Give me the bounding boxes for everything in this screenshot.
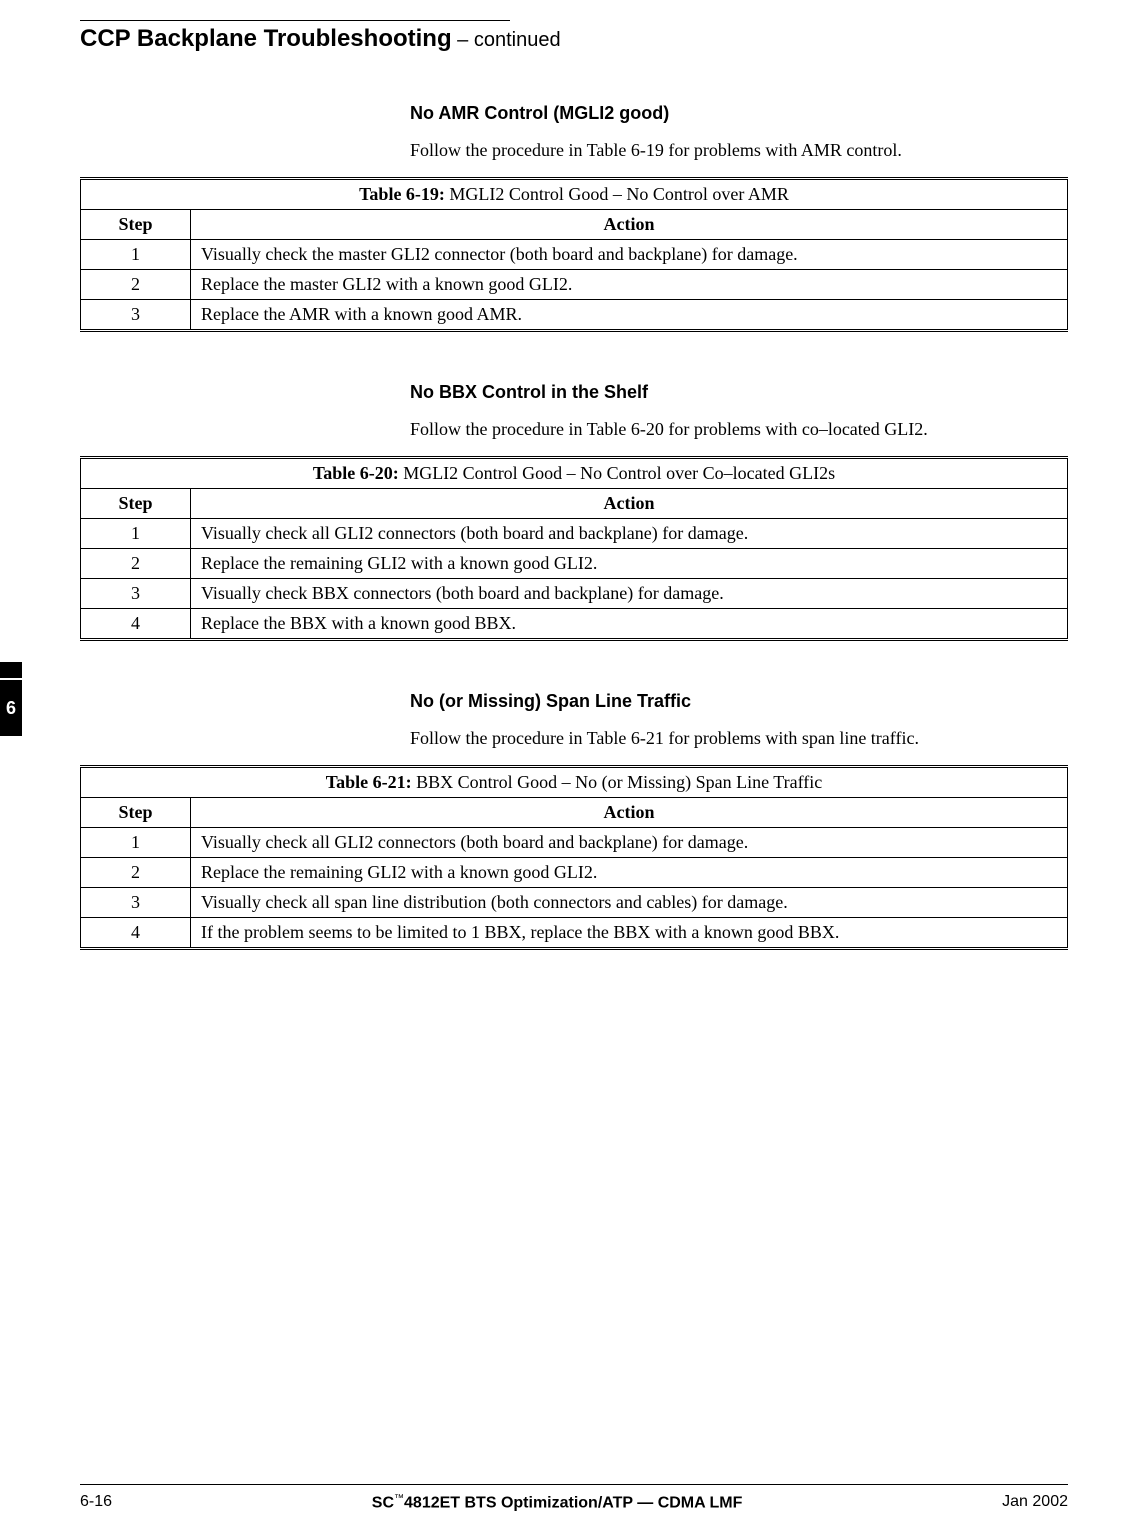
action-cell: Replace the AMR with a known good AMR. [191, 300, 1068, 331]
table-caption: Table 6-21: BBX Control Good – No (or Mi… [81, 767, 1068, 798]
footer-doc-title: SC™4812ET BTS Optimization/ATP — CDMA LM… [372, 1493, 743, 1512]
table-6-19: Table 6-19: MGLI2 Control Good – No Cont… [80, 177, 1068, 332]
step-cell: 2 [81, 549, 191, 579]
col-step: Step [81, 798, 191, 828]
step-cell: 1 [81, 240, 191, 270]
footer-rest: 4812ET BTS Optimization/ATP — CDMA LMF [404, 1494, 742, 1511]
section-text-bbx: Follow the procedure in Table 6-20 for p… [410, 419, 1068, 440]
col-action: Action [191, 210, 1068, 240]
section-heading-amr: No AMR Control (MGLI2 good) [410, 103, 1068, 124]
page-title: CCP Backplane Troubleshooting – continue… [80, 25, 1068, 53]
footer-date: Jan 2002 [1002, 1493, 1068, 1511]
table-label: Table 6-21: [326, 772, 412, 792]
col-action: Action [191, 798, 1068, 828]
table-header-row: Step Action [81, 210, 1068, 240]
section-text-amr: Follow the procedure in Table 6-19 for p… [410, 140, 1068, 161]
action-cell: If the problem seems to be limited to 1 … [191, 918, 1068, 949]
table-row: 1Visually check the master GLI2 connecto… [81, 240, 1068, 270]
action-cell: Visually check the master GLI2 connector… [191, 240, 1068, 270]
page-title-main: CCP Backplane Troubleshooting [80, 25, 452, 52]
action-cell: Replace the remaining GLI2 with a known … [191, 549, 1068, 579]
table-caption: Table 6-19: MGLI2 Control Good – No Cont… [81, 179, 1068, 210]
footer-rule [80, 1484, 1068, 1485]
step-cell: 4 [81, 609, 191, 640]
table-caption-row: Table 6-20: MGLI2 Control Good – No Cont… [81, 458, 1068, 489]
table-caption-text: MGLI2 Control Good – No Control over Co–… [399, 463, 835, 483]
footer-page-num: 6-16 [80, 1493, 112, 1511]
step-cell: 2 [81, 858, 191, 888]
step-cell: 3 [81, 300, 191, 331]
table-caption: Table 6-20: MGLI2 Control Good – No Cont… [81, 458, 1068, 489]
col-step: Step [81, 210, 191, 240]
action-cell: Visually check all GLI2 connectors (both… [191, 828, 1068, 858]
step-cell: 3 [81, 888, 191, 918]
table-header-row: Step Action [81, 489, 1068, 519]
table-row: 3Replace the AMR with a known good AMR. [81, 300, 1068, 331]
table-label: Table 6-20: [313, 463, 399, 483]
page: CCP Backplane Troubleshooting – continue… [0, 0, 1148, 1532]
col-step: Step [81, 489, 191, 519]
table-row: 3Visually check all span line distributi… [81, 888, 1068, 918]
table-row: 2Replace the remaining GLI2 with a known… [81, 858, 1068, 888]
chapter-tab: 6 [0, 680, 22, 736]
action-cell: Visually check all span line distributio… [191, 888, 1068, 918]
footer-prefix: SC [372, 1494, 394, 1511]
action-cell: Visually check BBX connectors (both boar… [191, 579, 1068, 609]
action-cell: Replace the remaining GLI2 with a known … [191, 858, 1068, 888]
table-row: 1Visually check all GLI2 connectors (bot… [81, 519, 1068, 549]
step-cell: 4 [81, 918, 191, 949]
step-cell: 3 [81, 579, 191, 609]
action-cell: Replace the master GLI2 with a known goo… [191, 270, 1068, 300]
table-header-row: Step Action [81, 798, 1068, 828]
table-row: 4Replace the BBX with a known good BBX. [81, 609, 1068, 640]
table-caption-row: Table 6-21: BBX Control Good – No (or Mi… [81, 767, 1068, 798]
table-caption-text: MGLI2 Control Good – No Control over AMR [445, 184, 789, 204]
table-row: 2Replace the master GLI2 with a known go… [81, 270, 1068, 300]
table-6-20: Table 6-20: MGLI2 Control Good – No Cont… [80, 456, 1068, 641]
trademark-icon: ™ [394, 1493, 404, 1504]
page-title-continued: – continued [452, 29, 561, 51]
table-6-21: Table 6-21: BBX Control Good – No (or Mi… [80, 765, 1068, 950]
action-cell: Replace the BBX with a known good BBX. [191, 609, 1068, 640]
section-heading-bbx: No BBX Control in the Shelf [410, 382, 1068, 403]
table-caption-text: BBX Control Good – No (or Missing) Span … [412, 772, 823, 792]
step-cell: 1 [81, 519, 191, 549]
step-cell: 2 [81, 270, 191, 300]
table-label: Table 6-19: [359, 184, 445, 204]
section-heading-span: No (or Missing) Span Line Traffic [410, 691, 1068, 712]
col-action: Action [191, 489, 1068, 519]
step-cell: 1 [81, 828, 191, 858]
top-rule [80, 20, 510, 21]
table-row: 1Visually check all GLI2 connectors (bot… [81, 828, 1068, 858]
action-cell: Visually check all GLI2 connectors (both… [191, 519, 1068, 549]
footer-row: 6-16 SC™4812ET BTS Optimization/ATP — CD… [80, 1493, 1068, 1512]
table-row: 3Visually check BBX connectors (both boa… [81, 579, 1068, 609]
page-footer: 6-16 SC™4812ET BTS Optimization/ATP — CD… [80, 1484, 1068, 1512]
table-row: 2Replace the remaining GLI2 with a known… [81, 549, 1068, 579]
table-caption-row: Table 6-19: MGLI2 Control Good – No Cont… [81, 179, 1068, 210]
section-text-span: Follow the procedure in Table 6-21 for p… [410, 728, 1068, 749]
table-row: 4If the problem seems to be limited to 1… [81, 918, 1068, 949]
